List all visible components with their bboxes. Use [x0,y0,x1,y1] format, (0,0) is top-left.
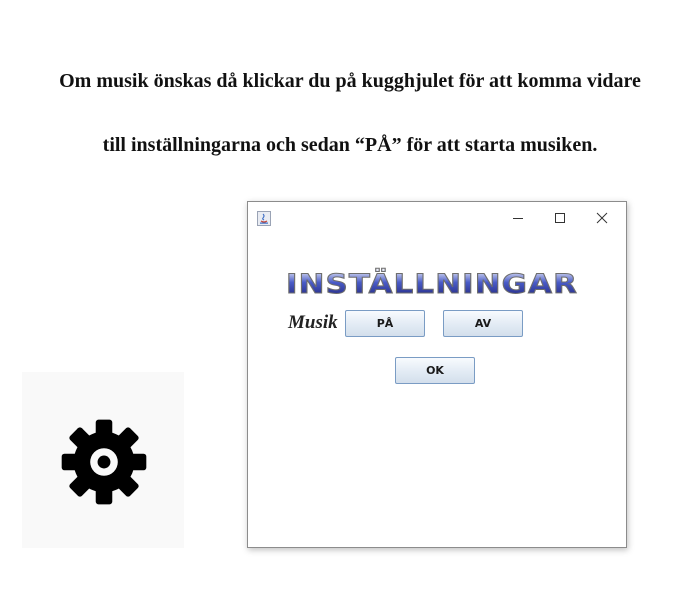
gear-icon[interactable] [58,416,150,508]
music-off-button[interactable]: AV [443,310,523,337]
gear-panel[interactable] [22,372,184,548]
ok-button[interactable]: OK [395,357,475,384]
maximize-button[interactable] [546,208,574,228]
settings-window: INSTÄLLNINGAR Musik PÅ AV OK [247,201,627,548]
settings-heading-text: INSTÄLLNINGAR [286,268,578,300]
java-app-icon [257,211,271,226]
music-on-button[interactable]: PÅ [345,310,425,337]
close-icon [596,212,608,224]
settings-heading: INSTÄLLNINGAR [282,266,582,301]
instruction-line-1: Om musik önskas då klickar du på kugghju… [59,70,641,92]
close-button[interactable] [588,208,616,228]
maximize-icon [555,213,565,223]
minimize-icon [513,218,523,219]
music-label: Musik [288,312,338,333]
settings-heading-graphic: INSTÄLLNINGAR [286,268,578,301]
minimize-button[interactable] [504,208,532,228]
title-bar[interactable] [248,202,626,232]
instruction-line-2: till inställningarna och sedan “PÅ” för … [102,134,598,156]
